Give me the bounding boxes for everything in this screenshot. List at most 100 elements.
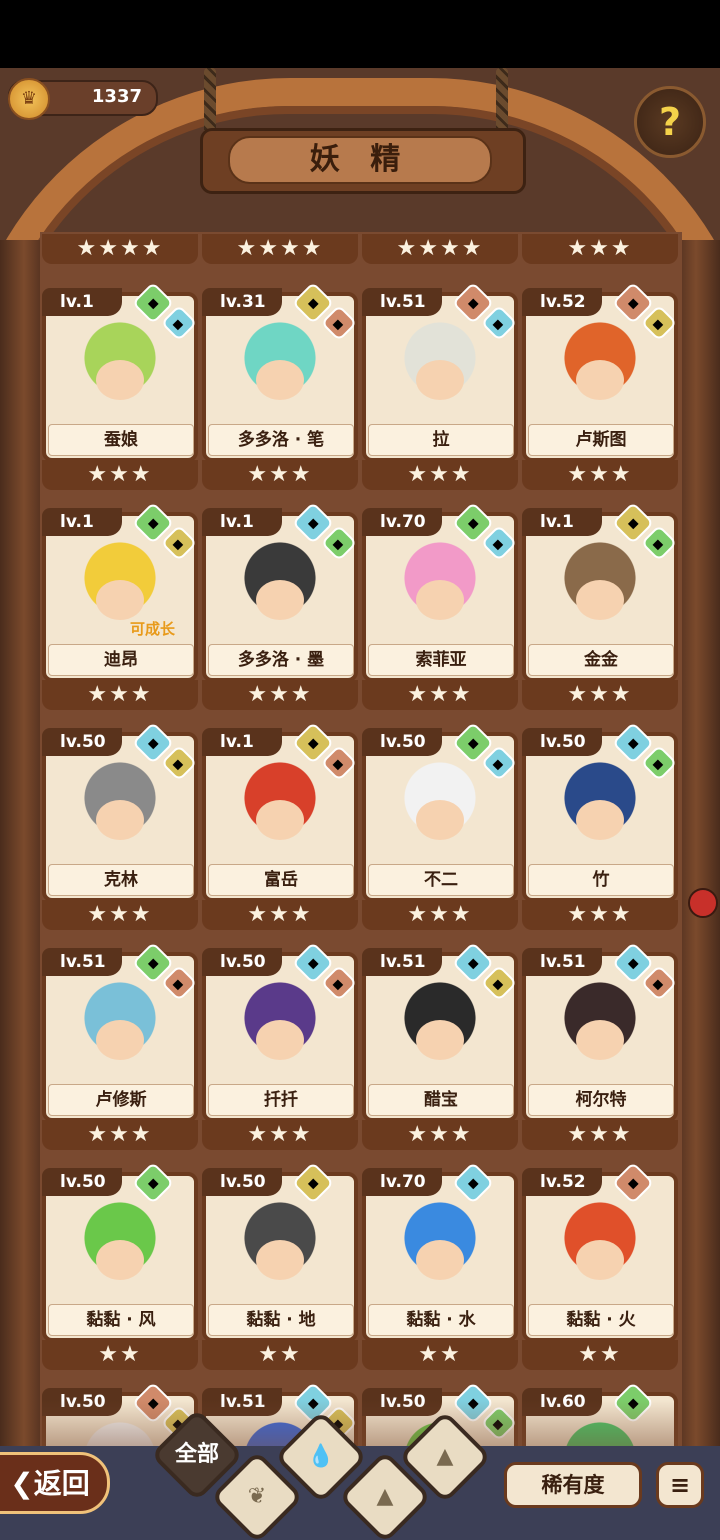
level-badge: lv.50 [42,728,122,756]
fairy-name: 蚕娘 [48,424,194,456]
fairy-card[interactable]: lv.51 ◆ ◆ 醋宝 ★★★ [362,941,518,1150]
fairy-face [96,1240,144,1280]
fairy-card[interactable]: lv.1 ◆ ◆ 富岳 ★★★ [202,721,358,930]
back-label: 返回 [33,1467,90,1500]
level-badge: lv.70 [362,508,442,536]
fairy-name: 柯尔特 [528,1084,674,1116]
level-badge: lv.1 [522,508,602,536]
star-rating: ★★★ [522,460,678,490]
fairy-name: 黏黏 · 水 [368,1304,514,1336]
fairy-face [576,800,624,840]
filter-all-label: 全部 [174,1442,219,1467]
fairy-name: 索菲亚 [368,644,514,676]
fairy-face [256,1020,304,1060]
star-rating: ★★ [202,1340,358,1370]
ladybug-icon [688,888,718,918]
left-pillar [0,240,40,1450]
fairy-face [576,580,624,620]
fairy-card[interactable]: lv.52 ◆ ◆ 卢斯图 ★★★ [522,281,678,490]
fairy-name: 金金 [528,644,674,676]
back-button[interactable]: ❮返回 [0,1452,110,1514]
page-title: 妖 精 [228,136,492,184]
level-badge: lv.50 [42,1168,122,1196]
level-badge: lv.70 [362,1168,442,1196]
fairy-card[interactable]: lv.1 ◆ ◆ 金金 ★★★ [522,501,678,710]
rarity-sort-button[interactable]: 稀有度 [504,1462,642,1508]
fairy-face [576,1240,624,1280]
sort-order-button[interactable]: ≡ [656,1462,704,1508]
fairy-face [416,1240,464,1280]
star-rating: ★★★ [362,460,518,490]
level-badge: lv.52 [522,288,602,316]
fairy-name: 黏黏 · 火 [528,1304,674,1336]
fairy-card[interactable]: lv.31 ◆ ◆ 多多洛 · 笔 ★★★ [202,281,358,490]
fire-icon: ▲ [436,1444,454,1469]
fairy-card[interactable]: lv.50 ◆ 黏黏 · 风 ★★ [42,1161,198,1370]
level-badge: lv.50 [362,728,442,756]
fairy-name: 扦扦 [208,1084,354,1116]
star-rating: ★★★ [522,1120,678,1150]
growth-note: 可成长 [130,620,176,638]
fairy-face [416,800,464,840]
fairy-face [576,1020,624,1060]
fairy-face [576,360,624,400]
fairy-card[interactable]: lv.70 ◆ 黏黏 · 水 ★★ [362,1161,518,1370]
fairy-name: 多多洛 · 笔 [208,424,354,456]
fairy-card[interactable]: lv.50 ◆ 黏黏 · 地 ★★ [202,1161,358,1370]
fairy-card[interactable]: lv.1 ◆ ◆ 多多洛 · 墨 ★★★ [202,501,358,710]
fairy-face [256,1240,304,1280]
star-rating: ★★ [522,1340,678,1370]
star-rating: ★★★ [362,900,518,930]
fairy-name: 醋宝 [368,1084,514,1116]
fairy-face [416,580,464,620]
star-rating: ★★★ [202,1120,358,1150]
fairy-card[interactable]: lv.51 ◆ ◆ 拉 ★★★ [362,281,518,490]
fairy-name: 卢斯图 [528,424,674,456]
fairy-face [256,800,304,840]
level-badge: lv.1 [202,728,282,756]
help-icon: ? [658,100,682,144]
fairy-card[interactable]: lv.50 ◆ ◆ 竹 ★★★ [522,721,678,930]
star-rating: ★★★ [202,460,358,490]
fairy-card[interactable]: lv.50 ◆ ◆ 不二 ★★★ [362,721,518,930]
top-row-stars: ★★★★ [362,234,518,264]
level-badge: lv.1 [42,288,122,316]
level-badge: lv.50 [202,1168,282,1196]
star-rating: ★★★ [202,680,358,710]
fairy-card[interactable]: lv.70 ◆ ◆ 索菲亚 ★★★ [362,501,518,710]
level-badge: lv.51 [362,948,442,976]
level-badge: lv.31 [202,288,282,316]
fairy-card[interactable]: lv.51 ◆ ◆ 卢修斯 ★★★ [42,941,198,1150]
water-icon: 💧 [307,1444,335,1469]
fairy-face [96,1020,144,1060]
coin-counter: ♛ 1337 [8,78,158,120]
fairy-card[interactable]: lv.1 ◆ ◆ 蚕娘 ★★★ [42,281,198,490]
fairy-card[interactable]: lv.51 ◆ ◆ 柯尔特 ★★★ [522,941,678,1150]
fairy-name: 黏黏 · 风 [48,1304,194,1336]
star-rating: ★★★ [42,460,198,490]
fairy-name: 拉 [368,424,514,456]
fairy-face [96,800,144,840]
top-row-stars: ★★★★ [202,234,358,264]
fairy-face [416,360,464,400]
coin-value: 1337 [91,86,142,107]
fairy-grid[interactable]: ★★★★ ★★★★ ★★★★ ★★★ lv.1 ◆ ◆ 蚕娘 ★★★ lv.31 ◆ ◆ 多多洛 · 笔… [40,232,682,1450]
star-rating: ★★ [42,1340,198,1370]
fairy-card[interactable]: lv.1 ◆ ◆ 可成长 迪昂 ★★★ [42,501,198,710]
level-badge: lv.52 [522,1168,602,1196]
star-rating: ★★★ [42,900,198,930]
fairy-card[interactable]: lv.50 ◆ ◆ 扦扦 ★★★ [202,941,358,1150]
help-button[interactable]: ? [634,86,706,158]
fairy-name: 竹 [528,864,674,896]
level-badge: lv.51 [42,948,122,976]
fairy-name: 不二 [368,864,514,896]
level-badge: lv.50 [202,948,282,976]
level-badge: lv.1 [42,508,122,536]
fairy-card[interactable]: lv.50 ◆ ◆ 克林 ★★★ [42,721,198,930]
fairy-face [96,580,144,620]
fairy-card[interactable]: lv.52 ◆ 黏黏 · 火 ★★ [522,1161,678,1370]
top-row-stars: ★★★ [522,234,678,264]
level-badge: lv.51 [362,288,442,316]
fairy-face [416,1020,464,1060]
star-rating: ★★ [362,1340,518,1370]
